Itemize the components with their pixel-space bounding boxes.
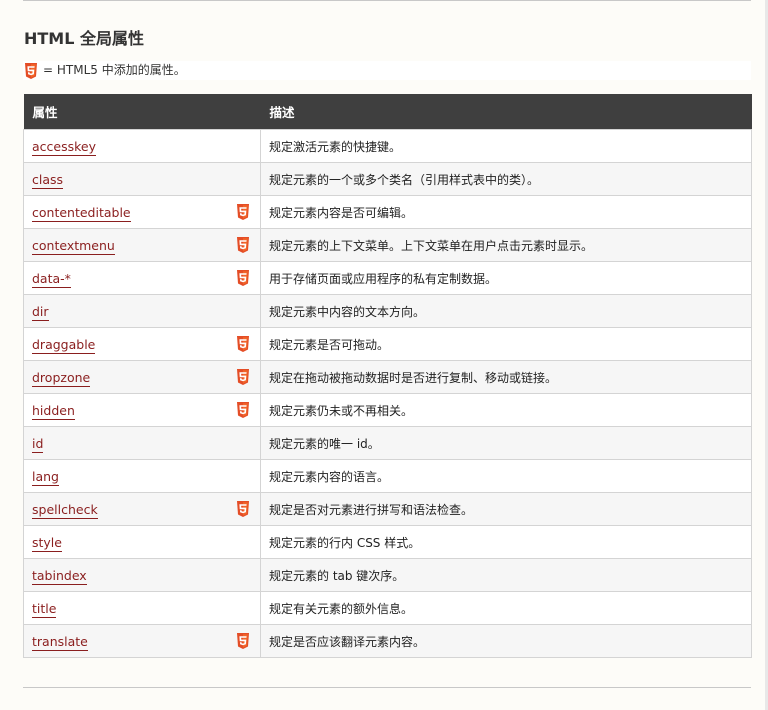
table-row: accesskey 规定激活元素的快捷键。 — [23, 129, 752, 163]
attribute-cell: contenteditable — [23, 195, 261, 229]
attribute-link[interactable]: translate — [32, 633, 88, 651]
attribute-link[interactable]: data-* — [32, 270, 71, 288]
description-cell: 规定元素内容是否可编辑。 — [260, 195, 752, 229]
html5-icon — [237, 204, 249, 220]
attribute-link[interactable]: lang — [32, 468, 59, 486]
attribute-cell: tabindex — [23, 558, 261, 592]
description-cell: 规定在拖动被拖动数据时是否进行复制、移动或链接。 — [260, 360, 752, 394]
attribute-link[interactable]: dir — [32, 303, 49, 321]
html5-icon — [25, 62, 37, 79]
html5-icon — [237, 336, 249, 352]
table-row: draggable 规定元素是否可拖动。 — [23, 327, 752, 361]
description-cell: 规定元素的一个或多个类名（引用样式表中的类）。 — [260, 162, 752, 196]
table-row: spellcheck 规定是否对元素进行拼写和语法检查。 — [23, 492, 752, 526]
table-row: dropzone 规定在拖动被拖动数据时是否进行复制、移动或链接。 — [23, 360, 752, 394]
table-row: style 规定元素的行内 CSS 样式。 — [23, 525, 752, 559]
html5-icon — [237, 501, 249, 517]
column-header-description: 描述 — [260, 94, 752, 130]
attribute-cell: accesskey — [23, 129, 261, 163]
html5-icon — [237, 237, 249, 253]
attribute-cell: data-* — [23, 261, 261, 295]
attribute-cell: translate — [23, 624, 261, 658]
html5-icon — [237, 270, 249, 286]
attribute-cell: hidden — [23, 393, 261, 427]
html5-icon — [237, 369, 249, 385]
attribute-link[interactable]: title — [32, 600, 57, 618]
attribute-link[interactable]: dropzone — [32, 369, 91, 387]
description-cell: 规定激活元素的快捷键。 — [260, 129, 752, 163]
table-row: lang 规定元素内容的语言。 — [23, 459, 752, 493]
description-cell: 规定是否对元素进行拼写和语法检查。 — [260, 492, 752, 526]
description-cell: 用于存储页面或应用程序的私有定制数据。 — [260, 261, 752, 295]
attribute-link[interactable]: id — [32, 435, 44, 453]
attribute-cell: title — [23, 591, 261, 625]
table-row: hidden 规定元素仍未或不再相关。 — [23, 393, 752, 427]
table-row: translate 规定是否应该翻译元素内容。 — [23, 624, 752, 658]
description-cell: 规定元素的行内 CSS 样式。 — [260, 525, 752, 559]
description-cell: 规定有关元素的额外信息。 — [260, 591, 752, 625]
attribute-link[interactable]: draggable — [32, 336, 96, 354]
description-cell: 规定元素中内容的文本方向。 — [260, 294, 752, 328]
table-row: data-* 用于存储页面或应用程序的私有定制数据。 — [23, 261, 752, 295]
table-body: accesskey 规定激活元素的快捷键。 class 规定元素的一个或多个类名（引用… — [23, 129, 752, 658]
attribute-link[interactable]: class — [32, 171, 64, 189]
description-cell: 规定元素的唯一 id。 — [260, 426, 752, 460]
attribute-link[interactable]: tabindex — [32, 567, 87, 585]
attribute-cell: lang — [23, 459, 261, 493]
attribute-cell: style — [23, 525, 261, 559]
top-divider — [23, 0, 751, 1]
description-cell: 规定是否应该翻译元素内容。 — [260, 624, 752, 658]
bottom-divider — [23, 687, 751, 688]
page-title: HTML 全局属性 — [24, 29, 144, 48]
global-attributes-table: 属性 描述 accesskey 规定激活元素的快捷键。 class 规定元素的一个或多… — [23, 94, 752, 658]
table-row: id 规定元素的唯一 id。 — [23, 426, 752, 460]
attribute-cell: dropzone — [23, 360, 261, 394]
html5-icon — [237, 402, 249, 418]
table-row: class 规定元素的一个或多个类名（引用样式表中的类）。 — [23, 162, 752, 196]
table-header-row: 属性 描述 — [23, 94, 752, 130]
attribute-link[interactable]: style — [32, 534, 62, 552]
legend-text: = HTML5 中添加的属性。 — [43, 63, 186, 77]
table-row: tabindex 规定元素的 tab 键次序。 — [23, 558, 752, 592]
description-cell: 规定元素的 tab 键次序。 — [260, 558, 752, 592]
table-row: contenteditable 规定元素内容是否可编辑。 — [23, 195, 752, 229]
html5-icon — [237, 633, 249, 649]
column-header-attribute: 属性 — [23, 94, 261, 130]
attribute-cell: id — [23, 426, 261, 460]
attribute-link[interactable]: contenteditable — [32, 204, 131, 222]
table-row: contextmenu 规定元素的上下文菜单。上下文菜单在用户点击元素时显示。 — [23, 228, 752, 262]
attribute-link[interactable]: hidden — [32, 402, 75, 420]
description-cell: 规定元素是否可拖动。 — [260, 327, 752, 361]
description-cell: 规定元素的上下文菜单。上下文菜单在用户点击元素时显示。 — [260, 228, 752, 262]
attribute-cell: class — [23, 162, 261, 196]
attribute-link[interactable]: accesskey — [32, 138, 97, 156]
attribute-cell: spellcheck — [23, 492, 261, 526]
attribute-cell: contextmenu — [23, 228, 261, 262]
attribute-cell: dir — [23, 294, 261, 328]
attribute-cell: draggable — [23, 327, 261, 361]
attribute-link[interactable]: contextmenu — [32, 237, 115, 255]
table-row: title 规定有关元素的额外信息。 — [23, 591, 752, 625]
description-cell: 规定元素内容的语言。 — [260, 459, 752, 493]
table-row: dir 规定元素中内容的文本方向。 — [23, 294, 752, 328]
description-cell: 规定元素仍未或不再相关。 — [260, 393, 752, 427]
html5-legend-note: = HTML5 中添加的属性。 — [23, 61, 751, 80]
attribute-link[interactable]: spellcheck — [32, 501, 98, 519]
